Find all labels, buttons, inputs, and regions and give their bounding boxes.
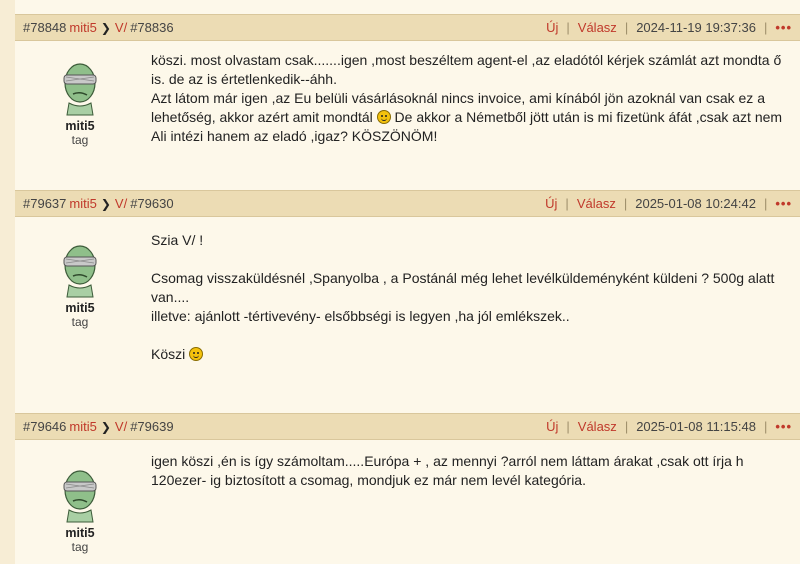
author-rank: tag bbox=[71, 540, 89, 554]
post-author-link[interactable]: miti5 bbox=[69, 419, 96, 434]
post-body: miti5 tag igen köszi ,én is így számolta… bbox=[15, 440, 800, 564]
post-header: #78848 miti5 ❯ V/ #78836 Új | Válasz | 2… bbox=[15, 14, 800, 41]
avatar[interactable] bbox=[60, 61, 100, 117]
reply-button[interactable]: Válasz bbox=[577, 196, 616, 211]
post-paragraph: Csomag visszaküldésnél ,Spanyolba , a Po… bbox=[151, 270, 775, 305]
avatar[interactable] bbox=[60, 468, 100, 524]
forum-thread: #78848 miti5 ❯ V/ #78836 Új | Válasz | 2… bbox=[15, 0, 800, 564]
author-name[interactable]: miti5 bbox=[15, 119, 145, 133]
divider: | bbox=[763, 196, 768, 211]
divider: | bbox=[624, 419, 629, 434]
post-paragraph: köszi. most olvastam csak.......igen ,mo… bbox=[151, 52, 782, 87]
post-paragraph: Azt látom már igen ,az Eu belüli vásárlá… bbox=[151, 89, 790, 146]
smiley-icon bbox=[189, 347, 204, 361]
reply-to-post-link[interactable]: #78836 bbox=[130, 20, 173, 35]
divider: | bbox=[624, 20, 629, 35]
more-options-icon[interactable]: ••• bbox=[775, 20, 792, 35]
divider: | bbox=[565, 196, 569, 211]
post-body: miti5 tag Szia V/ ! Csomag visszaküldésn… bbox=[15, 217, 800, 413]
post-content: köszi. most olvastam csak.......igen ,mo… bbox=[151, 51, 790, 146]
reply-arrow-icon: ❯ bbox=[100, 20, 111, 35]
author-rank: tag bbox=[71, 133, 89, 147]
post-content: Szia V/ ! Csomag visszaküldésnél ,Spanyo… bbox=[151, 231, 790, 364]
divider: | bbox=[623, 196, 628, 211]
reply-to-post-link[interactable]: #79630 bbox=[130, 196, 173, 211]
forum-post: #78848 miti5 ❯ V/ #78836 Új | Válasz | 2… bbox=[15, 14, 800, 190]
post-body: miti5 tag köszi. most olvastam csak.....… bbox=[15, 41, 800, 190]
divider: | bbox=[763, 419, 768, 434]
post-paragraph: igen köszi ,én is így számoltam.....Euró… bbox=[151, 453, 744, 488]
post-date: 2024-11-19 19:37:36 bbox=[636, 20, 756, 35]
author-info: miti5 tag bbox=[15, 243, 145, 329]
reply-to-post-link[interactable]: #79639 bbox=[130, 419, 173, 434]
author-info: miti5 tag bbox=[15, 61, 145, 147]
post-date: 2025-01-08 10:24:42 bbox=[635, 196, 756, 211]
divider: | bbox=[763, 20, 768, 35]
divider: | bbox=[566, 20, 570, 35]
author-rank: tag bbox=[71, 315, 89, 329]
post-id-link[interactable]: #78848 bbox=[23, 20, 66, 35]
post-author-link[interactable]: miti5 bbox=[69, 196, 96, 211]
avatar[interactable] bbox=[60, 243, 100, 299]
new-link[interactable]: Új bbox=[546, 419, 558, 434]
reply-button[interactable]: Válasz bbox=[578, 20, 617, 35]
post-header: #79646 miti5 ❯ V/ #79639 Új | Válasz | 2… bbox=[15, 413, 800, 440]
reply-arrow-icon: ❯ bbox=[100, 196, 111, 211]
reply-to-user-link[interactable]: V/ bbox=[115, 196, 127, 211]
new-link[interactable]: Új bbox=[546, 20, 558, 35]
author-info: miti5 tag bbox=[15, 468, 145, 554]
author-name[interactable]: miti5 bbox=[15, 301, 145, 315]
more-options-icon[interactable]: ••• bbox=[775, 419, 792, 434]
forum-post: #79646 miti5 ❯ V/ #79639 Új | Válasz | 2… bbox=[15, 413, 800, 564]
post-id-link[interactable]: #79646 bbox=[23, 419, 66, 434]
smiley-icon bbox=[376, 110, 391, 124]
author-name[interactable]: miti5 bbox=[15, 526, 145, 540]
reply-arrow-icon: ❯ bbox=[100, 419, 111, 434]
divider: | bbox=[566, 419, 570, 434]
post-paragraph: Szia V/ ! bbox=[151, 232, 204, 248]
post-content: igen köszi ,én is így számoltam.....Euró… bbox=[151, 452, 790, 490]
post-id-link[interactable]: #79637 bbox=[23, 196, 66, 211]
forum-post: #79637 miti5 ❯ V/ #79630 Új | Válasz | 2… bbox=[15, 190, 800, 413]
post-header: #79637 miti5 ❯ V/ #79630 Új | Válasz | 2… bbox=[15, 190, 800, 217]
post-paragraph: illetve: ajánlott -tértivevény- elsőbbsé… bbox=[151, 308, 570, 324]
reply-button[interactable]: Válasz bbox=[578, 419, 617, 434]
reply-to-user-link[interactable]: V/ bbox=[115, 20, 127, 35]
post-text: Köszi bbox=[151, 346, 186, 362]
post-date: 2025-01-08 11:15:48 bbox=[636, 419, 756, 434]
reply-to-user-link[interactable]: V/ bbox=[115, 419, 127, 434]
post-author-link[interactable]: miti5 bbox=[69, 20, 96, 35]
more-options-icon[interactable]: ••• bbox=[775, 196, 792, 211]
previous-post-end bbox=[15, 0, 800, 14]
new-link[interactable]: Új bbox=[545, 196, 557, 211]
post-paragraph: Köszi bbox=[151, 345, 790, 364]
